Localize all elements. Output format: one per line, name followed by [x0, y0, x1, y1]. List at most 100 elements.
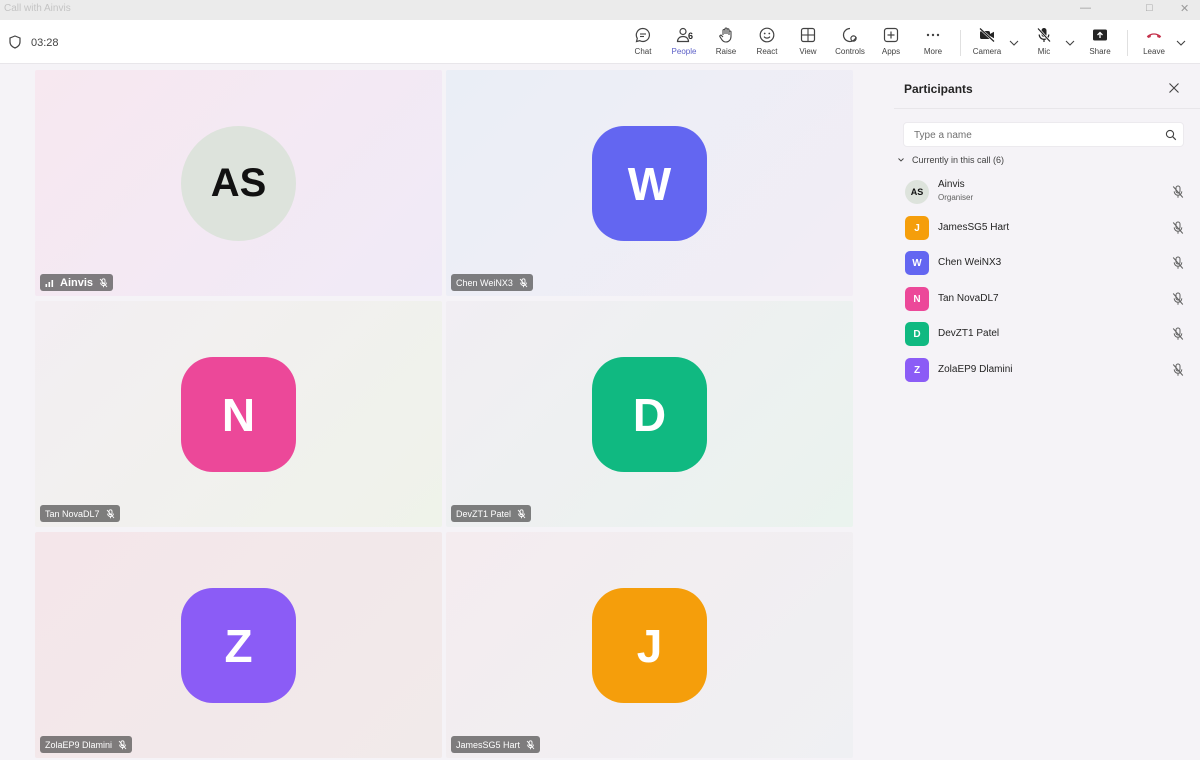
avatar: Z — [181, 588, 296, 703]
section-label: Currently in this call (6) — [912, 155, 1005, 165]
panel-title: Participants — [904, 82, 973, 96]
view-button[interactable]: View — [797, 26, 819, 60]
mic-muted-icon — [517, 508, 526, 518]
participant-row[interactable]: Z ZolaEP9 Dlamini — [894, 353, 1200, 387]
window-title: Call with Ainvis — [4, 3, 71, 14]
participant-row[interactable]: J JamesSG5 Hart — [894, 211, 1200, 245]
more-icon — [926, 33, 940, 37]
chat-label: Chat — [634, 47, 652, 56]
mic-muted-icon — [118, 739, 127, 749]
apps-button[interactable]: Apps — [880, 26, 902, 60]
controls-icon — [842, 27, 857, 43]
signal-strength-icon — [45, 279, 54, 287]
mic-muted-icon — [1172, 185, 1184, 198]
avatar: W — [592, 126, 707, 241]
maximize-button[interactable]: □ — [1146, 2, 1153, 14]
participant-name: Chen WeiNX3 — [456, 277, 513, 288]
participant-nametag: DevZT1 Patel — [451, 505, 532, 522]
camera-options-chevron-icon[interactable] — [1008, 38, 1020, 48]
mic-muted-icon — [526, 739, 535, 749]
participant-name: Tan NovaDL7 — [45, 508, 100, 519]
minimize-button[interactable]: — — [1080, 2, 1091, 14]
avatar: J — [592, 588, 707, 703]
in-call-section-header[interactable]: Currently in this call (6) — [897, 155, 1004, 165]
mic-off-icon — [1037, 27, 1051, 43]
participant-name: Ainvis — [60, 276, 94, 289]
chat-icon — [635, 27, 651, 43]
chevron-down-icon — [898, 158, 904, 162]
leave-button[interactable]: Leave — [1142, 26, 1166, 60]
mic-options-chevron-icon[interactable] — [1064, 38, 1076, 48]
mic-button[interactable]: Mic — [1033, 26, 1055, 60]
mic-muted-icon — [519, 277, 528, 287]
mic-muted-icon — [99, 277, 108, 287]
leave-options-chevron-icon[interactable] — [1175, 38, 1187, 48]
controls-button[interactable]: Controls — [834, 26, 866, 60]
mic-muted-icon — [1172, 256, 1184, 269]
participant-name: Chen WeiNX3 — [938, 257, 1002, 268]
participant-nametag: Tan NovaDL7 — [40, 505, 120, 522]
react-button[interactable]: React — [754, 26, 780, 60]
participant-search-input[interactable] — [914, 127, 1154, 143]
window-titlebar: Call with Ainvis — □ ✕ — [0, 0, 1200, 20]
share-button[interactable]: Share — [1089, 26, 1111, 60]
share-label: Share — [1089, 47, 1111, 56]
people-count-badge: 6 — [688, 31, 694, 41]
avatar: W — [905, 251, 929, 275]
video-tile-tan-novadl7[interactable]: N Tan NovaDL7 — [35, 301, 442, 527]
video-tile-zolaep9-dlamini[interactable]: Z ZolaEP9 Dlamini — [35, 532, 442, 758]
avatar: AS — [905, 180, 929, 204]
participant-search — [903, 122, 1184, 147]
search-icon[interactable] — [1165, 129, 1177, 141]
participants-panel: Participants Currently in this call (6) … — [894, 66, 1200, 760]
people-button[interactable]: People — [669, 26, 699, 60]
leave-label: Leave — [1143, 47, 1165, 56]
more-button[interactable]: More — [921, 26, 945, 60]
participant-name: ZolaEP9 Dlamini — [45, 739, 113, 750]
participant-nametag: ZolaEP9 Dlamini — [40, 736, 133, 753]
mic-muted-icon — [1172, 292, 1184, 305]
participant-row[interactable]: AS Ainvis Organiser — [894, 175, 1200, 209]
raise-label: Raise — [715, 47, 737, 56]
view-label: View — [799, 47, 817, 56]
camera-label: Camera — [972, 47, 1002, 56]
participant-name: Ainvis — [938, 179, 965, 190]
mic-muted-icon — [1172, 221, 1184, 234]
avatar: Z — [905, 358, 929, 382]
avatar: D — [592, 357, 707, 472]
camera-off-icon — [979, 27, 995, 43]
panel-divider — [894, 108, 1200, 109]
video-tile-jamessg5-hart[interactable]: J JamesSG5 Hart — [446, 532, 853, 758]
more-label: More — [923, 47, 943, 56]
participant-row[interactable]: N Tan NovaDL7 — [894, 282, 1200, 316]
participant-name: Tan NovaDL7 — [938, 293, 999, 304]
participant-row[interactable]: D DevZT1 Patel — [894, 317, 1200, 351]
mic-label: Mic — [1037, 47, 1051, 56]
camera-button[interactable]: Camera — [972, 26, 1002, 60]
raise-hand-button[interactable]: Raise — [713, 26, 739, 60]
react-label: React — [756, 47, 778, 56]
participant-name: JamesSG5 Hart — [938, 222, 1010, 233]
participant-nametag: Ainvis — [40, 274, 114, 291]
avatar: D — [905, 322, 929, 346]
add-apps-icon — [883, 27, 899, 43]
avatar: N — [905, 287, 929, 311]
mic-muted-icon — [1172, 363, 1184, 376]
video-tile-chen-weinx3[interactable]: W Chen WeiNX3 — [446, 70, 853, 296]
video-tile-devzt1-patel[interactable]: D DevZT1 Patel — [446, 301, 853, 527]
close-window-button[interactable]: ✕ — [1180, 2, 1189, 15]
participant-row[interactable]: W Chen WeiNX3 — [894, 246, 1200, 280]
participant-role: Organiser — [938, 193, 974, 202]
meeting-toolbar: 03:28 Chat People 6 Raise React View Con… — [0, 20, 1200, 82]
participant-name: DevZT1 Patel — [456, 508, 512, 519]
call-timer: 03:28 — [31, 37, 59, 49]
mic-muted-icon — [106, 508, 114, 518]
participant-name: ZolaEP9 Dlamini — [938, 364, 1013, 375]
chat-button[interactable]: Chat — [631, 26, 655, 60]
share-screen-icon — [1093, 29, 1107, 41]
mic-muted-icon — [1172, 327, 1184, 340]
video-tile-ainvis[interactable]: AS Ainvis — [35, 70, 442, 296]
close-icon[interactable] — [1168, 82, 1180, 94]
shield-icon — [9, 35, 21, 49]
hand-icon — [719, 27, 732, 43]
